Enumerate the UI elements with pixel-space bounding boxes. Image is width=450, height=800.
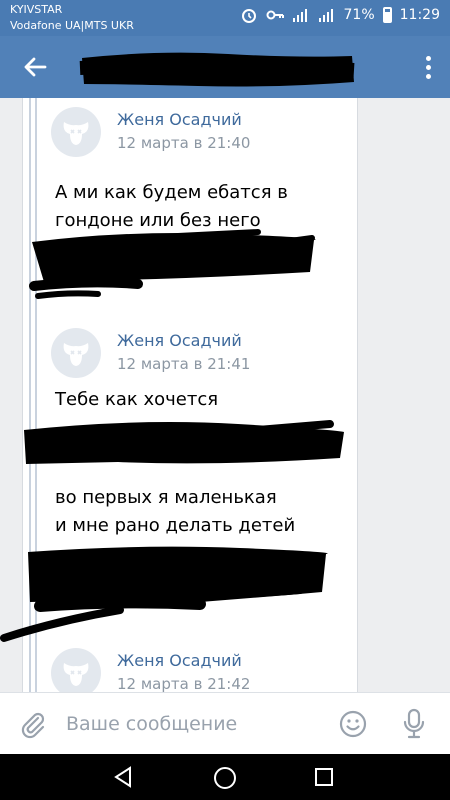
message-text: А ми как будем ебатся в [55,182,288,203]
avatar[interactable] [51,107,101,157]
nav-recent-icon [315,768,333,786]
redaction-scribble [24,420,344,464]
status-indicators: 71% 11:29 [240,7,440,23]
nav-home-icon [214,767,236,789]
message-author[interactable]: Женя Осадчий [117,651,242,670]
clock: 11:29 [399,7,440,23]
signal-icon [318,7,336,23]
key-icon [266,7,284,23]
message-history[interactable]: Женя Осадчий 12 марта в 21:40 А ми как б… [0,98,450,692]
message-composer [0,692,450,754]
status-bar: KYIVSTAR Vodafone UA|MTS UKR 71% 11:29 [0,0,450,36]
message-text: во первых я маленькая [55,487,277,508]
dog-avatar-icon [63,343,89,366]
more-options-button[interactable] [416,50,440,84]
nav-back-icon [114,766,131,788]
dog-avatar-icon [63,663,89,686]
message-author[interactable]: Женя Осадчий [117,331,242,350]
conversation-title[interactable] [78,48,356,90]
alarm-icon [240,7,258,23]
microphone-icon [403,708,425,739]
redaction-scribble [79,52,355,87]
back-arrow-icon [24,57,47,77]
message-time: 12 марта в 21:42 [117,675,251,692]
message-item: во первых я маленькая и мне рано делать … [51,478,371,548]
avatar[interactable] [51,328,101,378]
emoji-icon [339,710,367,738]
app-header [0,36,450,98]
redaction-scribble [0,546,328,642]
message-input[interactable] [66,707,316,741]
avatar[interactable] [51,648,101,692]
message-text: и мне рано делать детей [55,515,296,536]
emoji-button[interactable] [338,709,368,739]
redaction-scribble [29,229,316,299]
system-navigation-bar [0,754,450,800]
nav-back-button[interactable] [110,765,136,789]
message-time: 12 марта в 21:41 [117,355,251,373]
carrier-name-primary: KYIVSTAR [10,3,63,16]
message-time: 12 марта в 21:40 [117,134,251,152]
carrier-name-secondary: Vodafone UA|MTS UKR [10,19,134,32]
message-author[interactable]: Женя Осадчий [117,110,242,129]
voice-message-button[interactable] [400,707,428,741]
message-text: Тебе как хочется [55,389,219,410]
signal-icon [292,7,310,23]
message-item: Женя Осадчий 12 марта в 21:42 [51,648,371,692]
nav-home-button[interactable] [212,765,238,791]
paperclip-icon [21,712,45,739]
nav-recent-apps-button[interactable] [313,766,335,788]
back-button[interactable] [18,50,52,84]
attach-button[interactable] [18,709,48,739]
dog-avatar-icon [63,122,89,145]
battery-percent: 71% [343,7,375,23]
battery-icon [382,7,392,23]
